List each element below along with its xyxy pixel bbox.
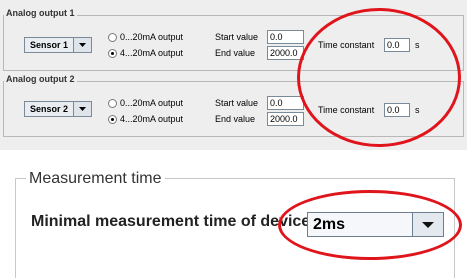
end-value-1-input[interactable]: 2000.0 bbox=[267, 46, 304, 60]
start-value-2-input[interactable]: 0.0 bbox=[267, 96, 304, 110]
chevron-down-icon[interactable] bbox=[73, 38, 91, 52]
radio-4-20ma-2[interactable] bbox=[108, 115, 117, 124]
radio-4-20ma-1-label: 4...20mA output bbox=[120, 48, 184, 58]
radio-0-20ma-2-label: 0...20mA output bbox=[120, 98, 184, 108]
radio-0-20ma-2[interactable] bbox=[108, 99, 117, 108]
end-value-1-label: End value bbox=[215, 48, 256, 58]
radio-0-20ma-1-label: 0...20mA output bbox=[120, 32, 184, 42]
sensor-2-value: Sensor 2 bbox=[30, 104, 69, 114]
start-value-1-label: Start value bbox=[215, 32, 259, 42]
analog-output-2-title: Analog output 2 bbox=[4, 74, 77, 85]
analog-output-1-title: Analog output 1 bbox=[4, 8, 77, 19]
highlight-ellipse-measurement-time bbox=[278, 190, 462, 260]
radio-0-20ma-1[interactable] bbox=[108, 33, 117, 42]
highlight-ellipse-time-constant bbox=[297, 8, 461, 147]
start-value-2-label: Start value bbox=[215, 98, 259, 108]
radio-4-20ma-1[interactable] bbox=[108, 49, 117, 58]
measurement-time-title: Measurement time bbox=[26, 170, 165, 188]
sensor-1-select[interactable]: Sensor 1 bbox=[24, 37, 92, 53]
end-value-2-label: End value bbox=[215, 114, 256, 124]
end-value-2-input[interactable]: 2000.0 bbox=[267, 112, 304, 126]
sensor-2-select[interactable]: Sensor 2 bbox=[24, 101, 92, 117]
radio-4-20ma-2-label: 4...20mA output bbox=[120, 114, 184, 124]
chevron-down-icon[interactable] bbox=[73, 102, 91, 116]
minimal-measurement-time-label: Minimal measurement time of device bbox=[31, 213, 311, 230]
start-value-1-input[interactable]: 0.0 bbox=[267, 30, 304, 44]
sensor-1-value: Sensor 1 bbox=[30, 40, 69, 50]
